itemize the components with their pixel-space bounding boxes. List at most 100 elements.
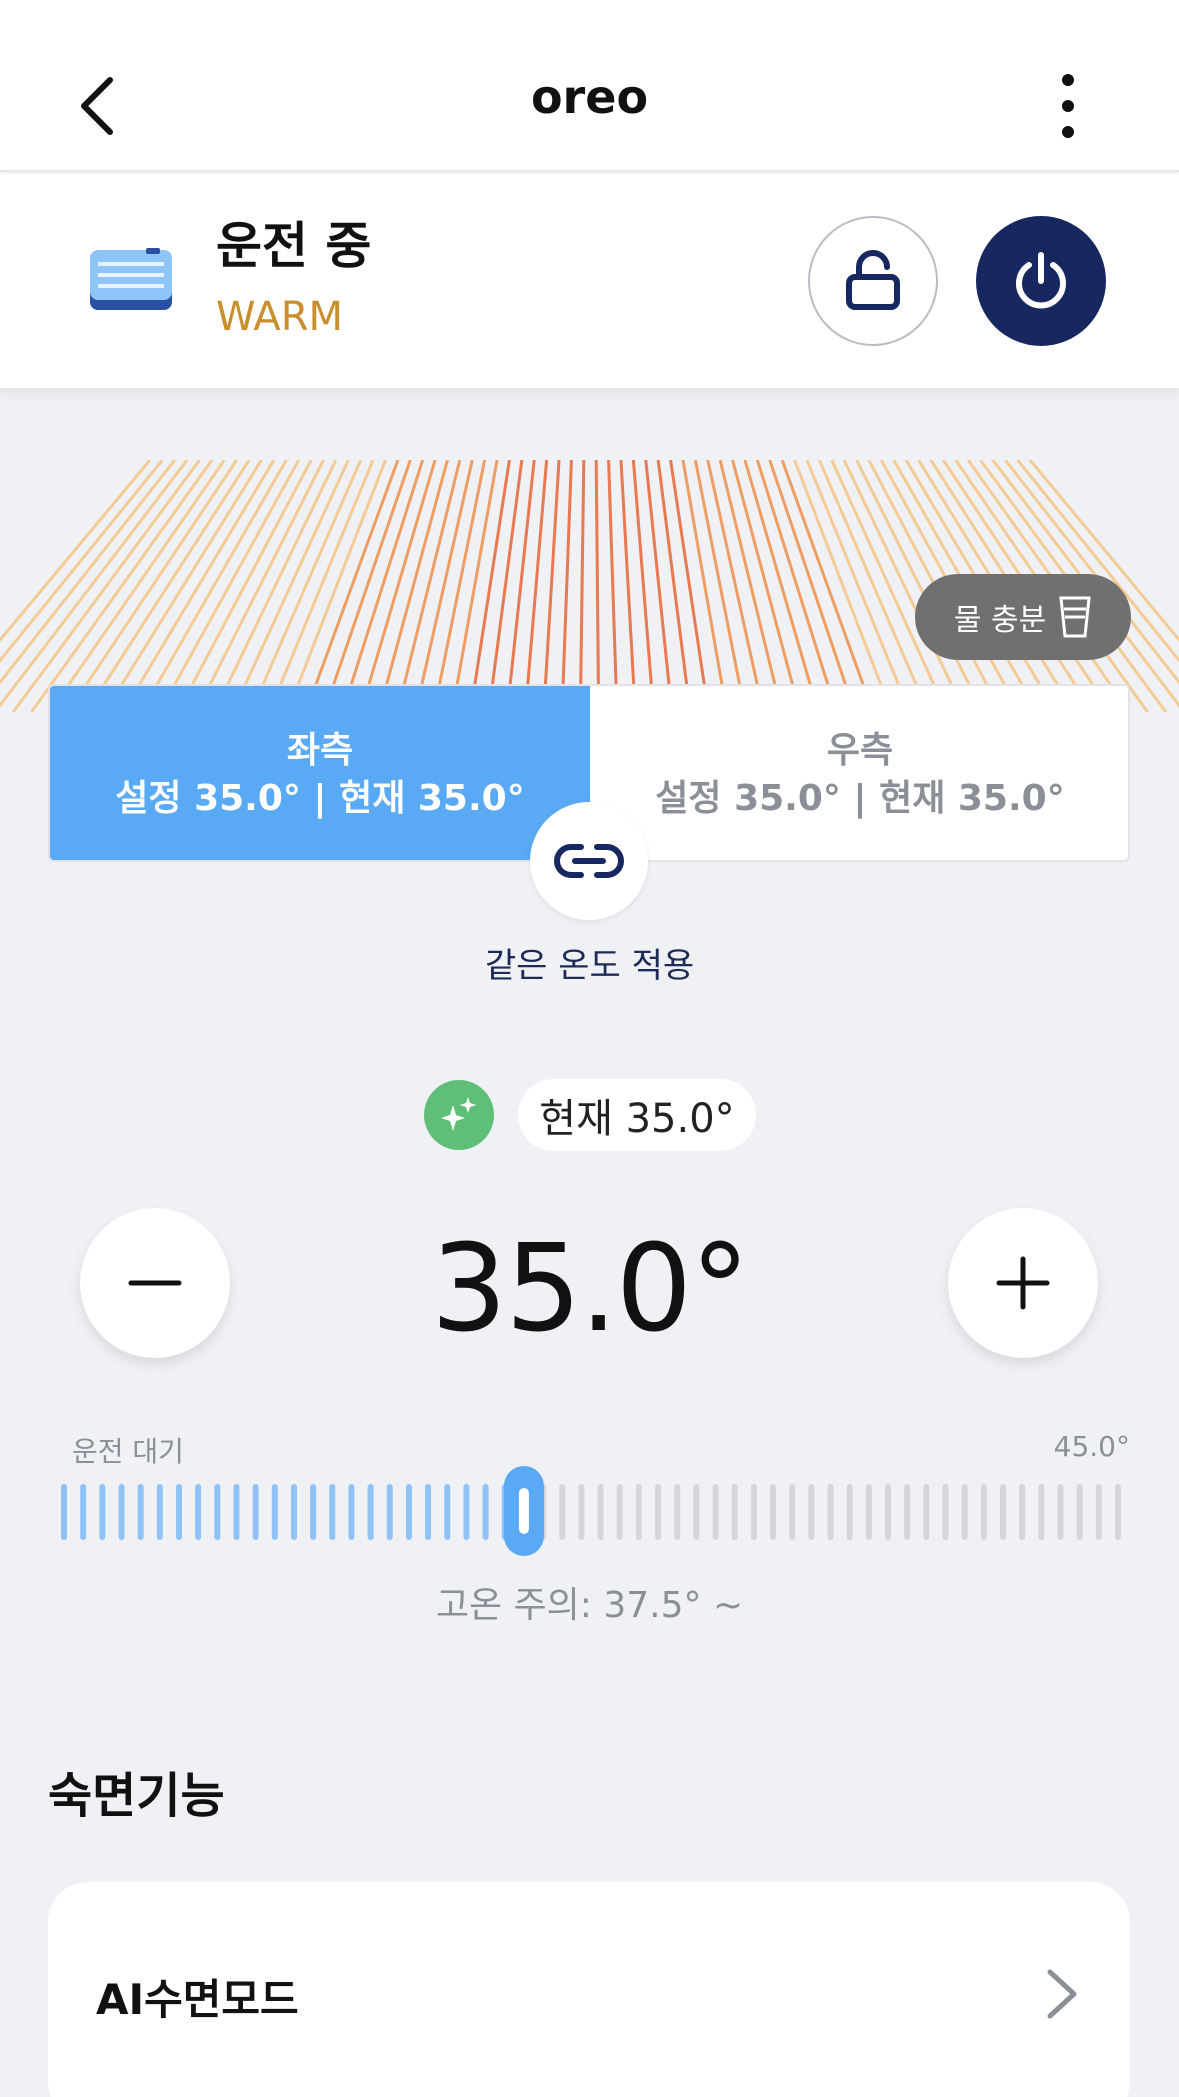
slider-tick bbox=[405, 1484, 412, 1540]
zone-tab-left[interactable]: 좌측 설정 35.0° | 현재 35.0° bbox=[50, 686, 590, 860]
zone-tab-right[interactable]: 우측 설정 35.0° | 현재 35.0° bbox=[590, 686, 1128, 860]
sleep-section-title: 숙면기능 bbox=[48, 1768, 225, 1824]
slider-tick bbox=[271, 1484, 278, 1540]
slider-tick bbox=[310, 1484, 317, 1540]
heat-ray bbox=[523, 460, 549, 712]
slider-tick bbox=[923, 1484, 930, 1540]
slider-tick bbox=[731, 1484, 738, 1540]
heat-ray bbox=[731, 460, 802, 712]
slider-tick bbox=[808, 1484, 815, 1540]
slider-tick bbox=[1038, 1484, 1045, 1540]
increase-temperature-button[interactable] bbox=[948, 1208, 1098, 1358]
chevron-right-icon bbox=[1047, 1969, 1077, 2019]
water-level-label: 물 충분 bbox=[953, 603, 1047, 638]
heat-ray bbox=[85, 460, 251, 712]
plus-icon bbox=[996, 1256, 1050, 1310]
app-header: oreo bbox=[0, 0, 1179, 172]
ai-sleep-mode-label: AI수면모드 bbox=[96, 1975, 299, 2024]
slider-tick bbox=[1057, 1484, 1064, 1540]
slider-tick bbox=[137, 1484, 144, 1540]
heat-ray bbox=[66, 460, 239, 712]
heat-ray bbox=[395, 460, 462, 712]
slider-tick bbox=[1095, 1484, 1102, 1540]
mattress-pad-icon bbox=[88, 248, 174, 312]
power-button[interactable] bbox=[976, 216, 1106, 346]
heat-ray bbox=[505, 460, 536, 712]
slider-tick bbox=[770, 1484, 777, 1540]
slider-tick bbox=[1019, 1484, 1026, 1540]
temperature-slider[interactable] bbox=[58, 1466, 1124, 1556]
high-temperature-warning: 고온 주의: 37.5° ~ bbox=[435, 1585, 744, 1626]
slider-tick bbox=[61, 1484, 67, 1540]
heat-ray bbox=[594, 460, 601, 712]
mode-label: WARM bbox=[216, 294, 344, 340]
slider-tick bbox=[635, 1484, 642, 1540]
slider-tick bbox=[616, 1484, 623, 1540]
unlock-icon bbox=[846, 250, 900, 310]
slider-tick bbox=[425, 1484, 432, 1540]
heat-ray bbox=[718, 460, 784, 712]
slider-tick bbox=[961, 1484, 968, 1540]
slider-tick bbox=[348, 1484, 355, 1540]
device-status-card: 운전 중 WARM bbox=[0, 174, 1179, 388]
page-title: oreo bbox=[530, 70, 649, 124]
heat-ray bbox=[158, 460, 301, 712]
more-vertical-icon bbox=[1062, 74, 1074, 138]
slider-tick bbox=[156, 1484, 163, 1540]
heat-ray bbox=[11, 460, 201, 712]
sparkle-icon bbox=[424, 1080, 494, 1150]
more-options-button[interactable] bbox=[1040, 70, 1100, 140]
slider-tick bbox=[214, 1484, 221, 1540]
slider-tick bbox=[175, 1484, 182, 1540]
slider-tick bbox=[195, 1484, 202, 1540]
slider-tick bbox=[827, 1484, 834, 1540]
slider-tick bbox=[118, 1484, 125, 1540]
heat-ray bbox=[619, 460, 637, 712]
zone-right-detail: 설정 35.0° | 현재 35.0° bbox=[655, 778, 1065, 819]
water-cup-icon bbox=[1059, 596, 1091, 638]
slider-tick bbox=[80, 1484, 87, 1540]
heat-ray bbox=[487, 460, 524, 712]
heat-ray bbox=[656, 460, 692, 712]
slider-tick bbox=[444, 1484, 451, 1540]
operation-status: 운전 중 bbox=[216, 217, 372, 275]
slider-tick bbox=[674, 1484, 681, 1540]
slider-tick bbox=[597, 1484, 604, 1540]
list-item-ai-sleep-mode[interactable]: AI수면모드 bbox=[48, 1882, 1130, 2097]
slider-tick bbox=[789, 1484, 796, 1540]
zone-left-name: 좌측 bbox=[286, 730, 354, 771]
lock-button[interactable] bbox=[808, 216, 938, 346]
slider-tick bbox=[865, 1484, 872, 1540]
slider-tick bbox=[290, 1484, 297, 1540]
slider-tick bbox=[1115, 1484, 1121, 1540]
sleep-options-card: AI수면모드 bbox=[48, 1882, 1130, 2097]
zone-left-detail: 설정 35.0° | 현재 35.0° bbox=[115, 778, 525, 819]
heat-ray bbox=[377, 460, 449, 712]
slider-tick bbox=[750, 1484, 757, 1540]
slider-tick bbox=[233, 1484, 240, 1540]
slider-tick bbox=[482, 1484, 489, 1540]
slider-thumb-grip bbox=[518, 1488, 529, 1534]
slider-tick bbox=[463, 1484, 470, 1540]
slider-tick bbox=[329, 1484, 336, 1540]
slider-tick bbox=[367, 1484, 374, 1540]
slider-tick bbox=[712, 1484, 719, 1540]
slider-tick bbox=[252, 1484, 259, 1540]
power-icon bbox=[1016, 252, 1066, 309]
link-zones-button[interactable] bbox=[530, 802, 648, 920]
same-temperature-label: 같은 온도 적용 bbox=[484, 946, 695, 986]
link-icon bbox=[554, 844, 624, 878]
zone-right-name: 우측 bbox=[826, 730, 894, 771]
slider-tick bbox=[1076, 1484, 1083, 1540]
slider-tick bbox=[386, 1484, 393, 1540]
slider-max-label: 45.0° bbox=[1053, 1430, 1130, 1463]
heat-ray bbox=[0, 460, 176, 685]
current-temperature-pill: 현재 35.0° bbox=[518, 1079, 756, 1151]
slider-min-label: 운전 대기 bbox=[72, 1435, 184, 1468]
slider-tick bbox=[980, 1484, 987, 1540]
heat-ray bbox=[578, 460, 586, 712]
slider-tick bbox=[559, 1484, 566, 1540]
slider-tick bbox=[693, 1484, 700, 1540]
slider-tick bbox=[99, 1484, 106, 1540]
slider-tick bbox=[942, 1484, 949, 1540]
